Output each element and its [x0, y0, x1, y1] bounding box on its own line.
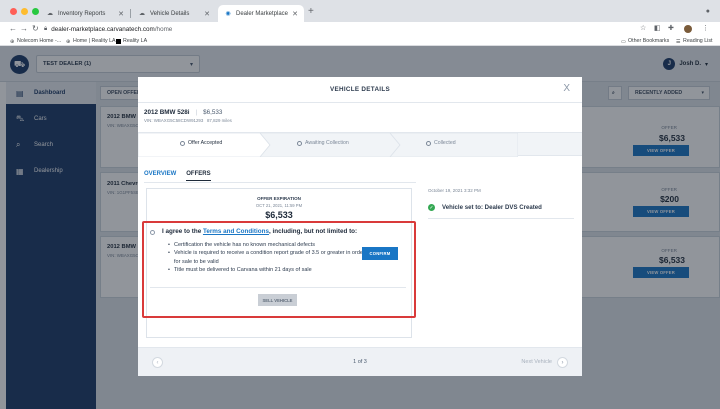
- check-circle-icon: ✓: [428, 204, 435, 211]
- browser-menu-icon[interactable]: ⋮: [702, 24, 709, 32]
- close-tab-icon[interactable]: ✕: [204, 10, 210, 18]
- step-collected: Collected: [426, 140, 456, 146]
- next-vehicle-label[interactable]: Next Vehicle: [521, 359, 552, 365]
- other-bookmarks[interactable]: ▭ Other Bookmarks: [621, 38, 670, 45]
- bookmark-nolecom[interactable]: ⊕ Nolecom Home -...: [10, 38, 62, 45]
- folder-icon: ▭: [621, 38, 626, 45]
- offer-expiration-date: OCT 21, 2021, 11:59 PM: [255, 203, 303, 208]
- carvana-icon: ◉: [225, 11, 231, 17]
- status-stepper: Offer Accepted Awaiting Collection Colle…: [138, 132, 582, 157]
- step-circle-icon: [180, 140, 185, 146]
- puzzle-icon[interactable]: ✚: [668, 24, 674, 32]
- modal-header: VEHICLE DETAILS X: [138, 77, 582, 103]
- browser-tab-vehicle-details[interactable]: ☁ Vehicle Details ✕: [132, 5, 216, 22]
- tab-separator: [130, 9, 131, 18]
- step-label: Awaiting Collection: [305, 140, 349, 146]
- bookmark-reality-la[interactable]: Reality LA: [116, 38, 147, 44]
- extension-icon[interactable]: ◧: [654, 24, 661, 32]
- step-label: Offer Accepted: [188, 140, 223, 146]
- offer-value: $6,533: [265, 210, 293, 220]
- tab-offers[interactable]: OFFERS: [186, 171, 211, 181]
- close-window-button[interactable]: [10, 8, 17, 15]
- tab-label: Inventory Reports: [58, 10, 106, 17]
- browser-tab-dealer-marketplace[interactable]: ◉ Dealer Marketplace ✕: [218, 5, 304, 22]
- url-field[interactable]: 🔒︎ dealer-marketplace.carvanatech.com/ho…: [44, 23, 172, 35]
- next-vehicle-button[interactable]: ›: [557, 357, 568, 368]
- globe-icon: ⊕: [10, 38, 15, 45]
- step-label: Collected: [434, 140, 456, 146]
- browser-tab-bar: ☁ Inventory Reports ✕ ☁ Vehicle Details …: [0, 0, 720, 22]
- back-arrow-icon[interactable]: ←: [9, 24, 17, 33]
- vehicle-name: 2012 BMW 528i: [144, 109, 190, 116]
- bookmark-label: Reading List: [683, 38, 713, 44]
- vehicle-price: $6,533: [203, 109, 223, 116]
- tab-label: Dealer Marketplace: [236, 10, 289, 17]
- close-tab-icon[interactable]: ✕: [292, 10, 298, 18]
- reading-list-icon: ☰: [676, 38, 681, 45]
- window-menu-icon[interactable]: ●: [706, 8, 710, 15]
- modal-title: VEHICLE DETAILS: [329, 86, 390, 93]
- modal-tabs: OVERVIEW OFFERS: [144, 171, 221, 181]
- tab-divider: [144, 182, 416, 183]
- profile-avatar[interactable]: [684, 25, 692, 33]
- timeline-divider: [428, 218, 574, 219]
- bookmark-label: Reality LA: [123, 38, 148, 44]
- reload-icon[interactable]: ↻: [32, 24, 39, 33]
- step-circle-icon: [426, 140, 431, 146]
- bookmark-label: Other Bookmarks: [628, 38, 670, 44]
- maximize-window-button[interactable]: [32, 8, 39, 15]
- new-tab-button[interactable]: +: [308, 7, 314, 17]
- cloud-icon: ☁: [139, 11, 145, 17]
- cloud-icon: ☁: [47, 11, 53, 17]
- offer-expiration-label: OFFER EXPIRATION: [257, 196, 301, 201]
- star-icon[interactable]: ☆: [640, 24, 646, 32]
- miles-text: 87,829 miles: [206, 118, 232, 123]
- modal-footer: ‹ 1 of 3 Next Vehicle ›: [138, 347, 582, 376]
- vehicle-vin: VIN: WBAXG5C58CDW91293 87,829 miles: [144, 118, 232, 123]
- browser-tab-inventory-reports[interactable]: ☁ Inventory Reports ✕: [40, 5, 130, 22]
- close-tab-icon[interactable]: ✕: [118, 10, 124, 18]
- timeline-date: October 19, 2021 3:32 PM: [428, 188, 481, 193]
- bookmarks-bar: ⊕ Nolecom Home -... ⊕ Home | Reality LA Re…: [0, 36, 720, 46]
- timeline-item: ✓ Vehicle set to: Dealer DVS Created: [428, 204, 542, 211]
- reading-list[interactable]: ☰ Reading List: [676, 38, 713, 45]
- step-awaiting-collection: Awaiting Collection: [297, 140, 349, 146]
- lock-icon: 🔒︎: [44, 25, 48, 32]
- bookmark-label: Home | Reality LA: [73, 38, 116, 44]
- address-bar-row: ← → ↻ 🔒︎ dealer-marketplace.carvanatech.…: [0, 22, 720, 36]
- annotation-highlight-box: [142, 221, 416, 318]
- close-icon[interactable]: X: [563, 83, 570, 94]
- square-icon: [116, 38, 121, 44]
- forward-arrow-icon[interactable]: →: [20, 24, 28, 33]
- step-circle-icon: [297, 140, 302, 146]
- step-offer-accepted: Offer Accepted: [180, 140, 222, 146]
- url-host: dealer-marketplace.carvanatech.com: [51, 25, 155, 33]
- url-path: /home: [154, 25, 173, 33]
- bookmark-label: Nolecom Home -...: [17, 38, 62, 44]
- globe-icon: ⊕: [66, 38, 71, 45]
- tab-overview[interactable]: OVERVIEW: [144, 171, 176, 181]
- vehicle-title: 2012 BMW 528i | $6,533: [144, 109, 223, 116]
- bookmark-home-reality[interactable]: ⊕ Home | Reality LA: [66, 38, 116, 45]
- timeline-text: Vehicle set to: Dealer DVS Created: [442, 204, 542, 211]
- pager: 1 of 3: [353, 359, 367, 365]
- vin-text: VIN: WBAXG5C58CDW91293: [144, 118, 204, 123]
- minimize-window-button[interactable]: [21, 8, 28, 15]
- tab-label: Vehicle Details: [150, 10, 190, 17]
